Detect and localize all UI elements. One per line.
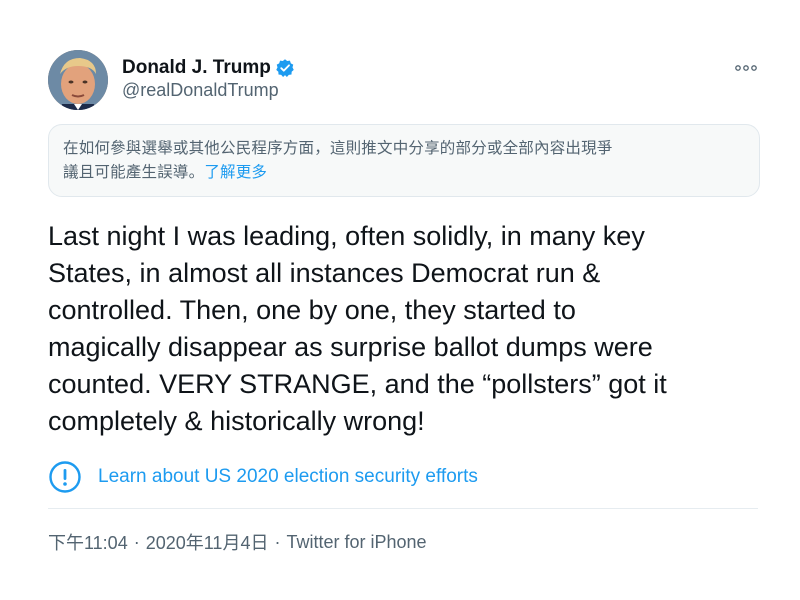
tweet-text-line: magically disappear as surprise ballot d… <box>48 332 653 362</box>
tweet: Donald J. Trump @realDonaldTrump 在如何參與選舉… <box>0 0 800 600</box>
verified-badge-icon <box>275 58 295 78</box>
notice-text-line1: 在如何參與選舉或其他公民程序方面，這則推文中分享的部分或全部內容出現爭 <box>63 139 613 157</box>
divider <box>48 508 758 509</box>
tweet-text: Last night I was leading, often solidly,… <box>48 218 768 440</box>
tweet-text-line: States, in almost all instances Democrat… <box>48 258 601 288</box>
misleading-content-notice: 在如何參與選舉或其他公民程序方面，這則推文中分享的部分或全部內容出現爭 議且可能… <box>48 124 760 197</box>
tweet-date[interactable]: 2020年11月4日 <box>146 529 269 555</box>
avatar-image <box>48 50 108 110</box>
election-security-link-label[interactable]: Learn about US 2020 election security ef… <box>98 466 478 488</box>
avatar[interactable] <box>48 50 108 110</box>
exclamation-circle-icon <box>48 460 82 494</box>
tweet-metadata: 下午11:04 · 2020年11月4日 · Twitter for iPhon… <box>48 529 427 555</box>
notice-text-line2: 議且可能產生誤導。 <box>63 163 205 181</box>
tweet-text-line: completely & historically wrong! <box>48 406 425 436</box>
tweet-text-line: Last night I was leading, often solidly,… <box>48 221 645 251</box>
tweet-source[interactable]: Twitter for iPhone <box>286 532 426 553</box>
tweet-time[interactable]: 下午11:04 <box>48 529 128 555</box>
more-options-button[interactable] <box>732 58 760 78</box>
tweet-text-line: controlled. Then, one by one, they start… <box>48 295 576 325</box>
separator-dot: · <box>274 531 281 552</box>
election-security-link[interactable]: Learn about US 2020 election security ef… <box>48 460 478 494</box>
author-name[interactable]: Donald J. Trump <box>122 57 271 79</box>
more-dots-icon <box>735 65 757 71</box>
tweet-text-line: counted. VERY STRANGE, and the “pollster… <box>48 369 667 399</box>
author-name-row: Donald J. Trump <box>122 56 295 80</box>
learn-more-link[interactable]: 了解更多 <box>204 163 267 181</box>
separator-dot: · <box>133 531 140 552</box>
author-handle[interactable]: @realDonaldTrump <box>122 80 279 101</box>
